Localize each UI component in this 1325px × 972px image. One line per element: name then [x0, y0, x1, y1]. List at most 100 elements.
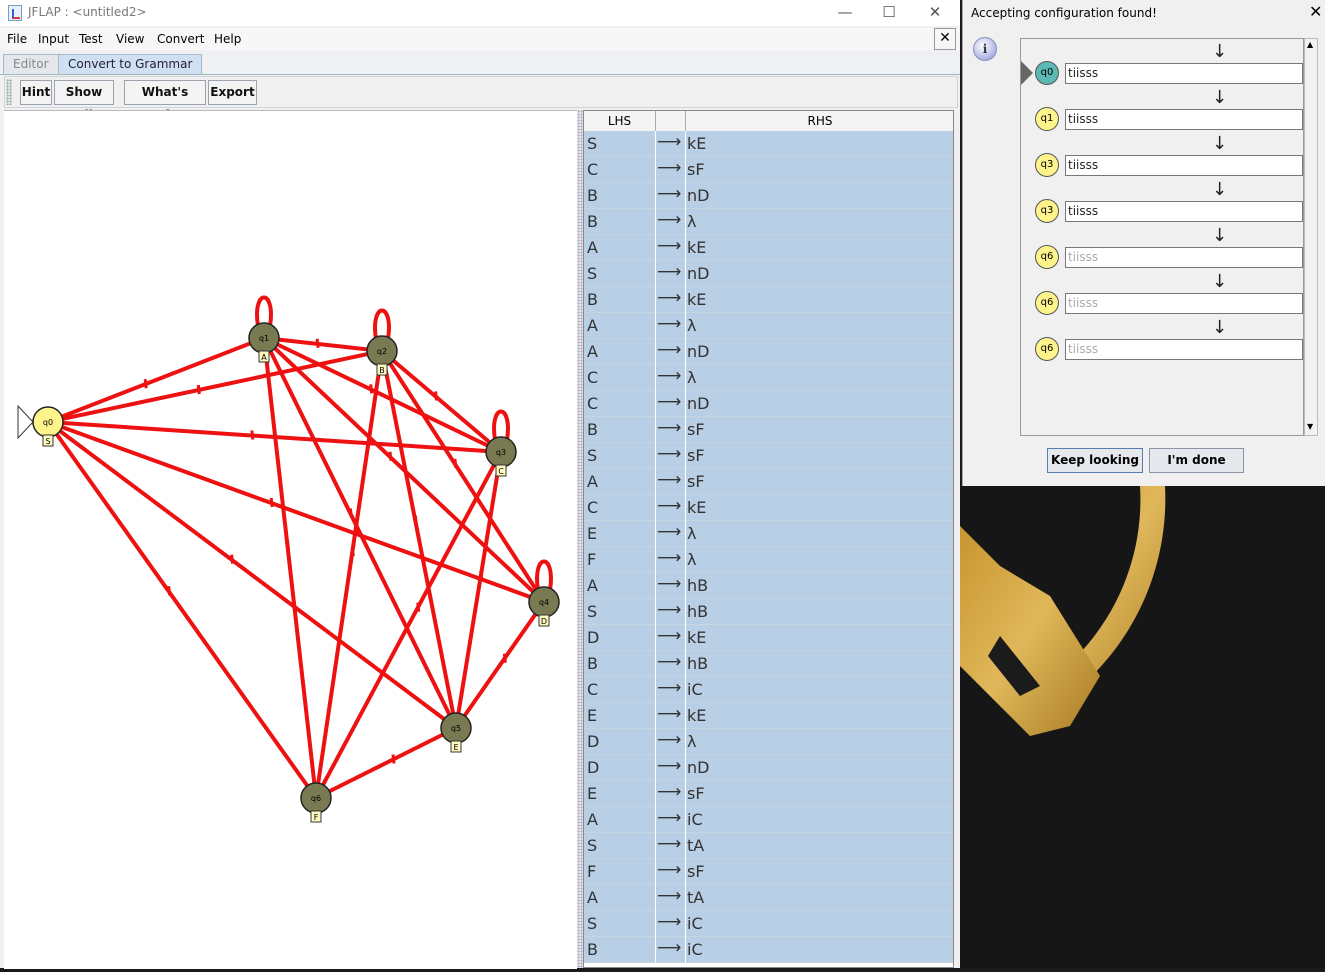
table-row[interactable]: A ⟶ iC [584, 807, 953, 833]
rhs-cell[interactable]: sF [687, 862, 705, 881]
table-row[interactable]: B ⟶ λ [584, 209, 953, 235]
rhs-cell[interactable]: nD [687, 342, 709, 361]
lhs-cell[interactable]: B [587, 212, 598, 231]
rhs-cell[interactable]: nD [687, 394, 709, 413]
lhs-cell[interactable]: C [587, 680, 598, 699]
lhs-cell[interactable]: B [587, 420, 598, 439]
table-row[interactable]: E ⟶ λ [584, 521, 953, 547]
table-row[interactable]: A ⟶ tA [584, 885, 953, 911]
table-row[interactable]: D ⟶ nD [584, 755, 953, 781]
rhs-cell[interactable]: sF [687, 472, 705, 491]
rhs-cell[interactable]: λ [687, 550, 696, 569]
table-row[interactable]: E ⟶ sF [584, 781, 953, 807]
rhs-cell[interactable]: kE [687, 706, 706, 725]
rhs-cell[interactable]: tA [687, 836, 704, 855]
hint-button[interactable]: Hint [20, 80, 52, 105]
lhs-cell[interactable]: S [587, 836, 597, 855]
rhs-cell[interactable]: iC [687, 680, 703, 699]
rhs-cell[interactable]: hB [687, 602, 708, 621]
table-row[interactable]: B ⟶ kE [584, 287, 953, 313]
rhs-cell[interactable]: λ [687, 524, 696, 543]
table-row[interactable]: C ⟶ nD [584, 391, 953, 417]
rhs-cell[interactable]: λ [687, 368, 696, 387]
column-header-arrow[interactable] [656, 111, 686, 131]
rhs-cell[interactable]: kE [687, 238, 706, 257]
close-window-button[interactable]: ✕ [912, 0, 958, 26]
table-row[interactable]: A ⟶ λ [584, 313, 953, 339]
state-q5[interactable]: q5 E [440, 712, 472, 753]
lhs-cell[interactable]: B [587, 290, 598, 309]
rhs-cell[interactable]: tA [687, 888, 704, 907]
rhs-cell[interactable]: nD [687, 758, 709, 777]
table-row[interactable]: S ⟶ tA [584, 833, 953, 859]
column-header-lhs[interactable]: LHS [584, 111, 656, 131]
rhs-cell[interactable]: sF [687, 446, 705, 465]
rhs-cell[interactable]: iC [687, 914, 703, 933]
menu-view[interactable]: View [116, 32, 144, 46]
rhs-cell[interactable]: iC [687, 940, 703, 959]
lhs-cell[interactable]: A [587, 810, 598, 829]
state-q0[interactable]: q0 S [17, 404, 64, 447]
tab-convert-to-grammar[interactable]: Convert to Grammar [58, 54, 203, 74]
lhs-cell[interactable]: D [587, 628, 599, 647]
lhs-cell[interactable]: A [587, 576, 598, 595]
state-q6[interactable]: q6 F [300, 782, 332, 823]
lhs-cell[interactable]: C [587, 160, 598, 179]
menu-input[interactable]: Input [38, 32, 69, 46]
table-row[interactable]: C ⟶ kE [584, 495, 953, 521]
lhs-cell[interactable]: A [587, 238, 598, 257]
lhs-cell[interactable]: A [587, 888, 598, 907]
menu-convert[interactable]: Convert [157, 32, 204, 46]
menu-file[interactable]: File [7, 32, 27, 46]
rhs-cell[interactable]: iC [687, 810, 703, 829]
close-tab-icon[interactable]: ✕ [934, 28, 956, 50]
table-row[interactable]: C ⟶ iC [584, 677, 953, 703]
rhs-cell[interactable]: λ [687, 212, 696, 231]
show-all-button[interactable]: Show All [54, 80, 114, 122]
lhs-cell[interactable]: C [587, 498, 598, 517]
im-done-button[interactable]: I'm done [1149, 448, 1244, 473]
table-row[interactable]: A ⟶ kE [584, 235, 953, 261]
configuration-scrollbar[interactable]: ▲ ▼ [1304, 38, 1318, 436]
lhs-cell[interactable]: A [587, 472, 598, 491]
table-row[interactable]: C ⟶ sF [584, 157, 953, 183]
lhs-cell[interactable]: F [587, 862, 596, 881]
menu-help[interactable]: Help [214, 32, 241, 46]
rhs-cell[interactable]: kE [687, 134, 706, 153]
table-row[interactable]: A ⟶ sF [584, 469, 953, 495]
table-row[interactable]: F ⟶ λ [584, 547, 953, 573]
table-row[interactable]: S ⟶ sF [584, 443, 953, 469]
automaton-canvas[interactable]: q0 Sq1 Aq2 Bq3 Cq4 Dq5 Eq6 F [4, 110, 577, 969]
table-row[interactable]: D ⟶ λ [584, 729, 953, 755]
table-row[interactable]: B ⟶ iC [584, 937, 953, 963]
column-header-rhs[interactable]: RHS [686, 111, 953, 131]
table-row[interactable]: S ⟶ kE [584, 131, 953, 157]
table-row[interactable]: B ⟶ hB [584, 651, 953, 677]
lhs-cell[interactable]: S [587, 914, 597, 933]
lhs-cell[interactable]: B [587, 940, 598, 959]
lhs-cell[interactable]: F [587, 550, 596, 569]
rhs-cell[interactable]: hB [687, 576, 708, 595]
rhs-cell[interactable]: λ [687, 732, 696, 751]
rhs-cell[interactable]: nD [687, 264, 709, 283]
rhs-cell[interactable]: sF [687, 784, 705, 803]
lhs-cell[interactable]: C [587, 368, 598, 387]
lhs-cell[interactable]: E [587, 706, 597, 725]
lhs-cell[interactable]: A [587, 316, 598, 335]
table-row[interactable]: B ⟶ sF [584, 417, 953, 443]
rhs-cell[interactable]: sF [687, 420, 705, 439]
lhs-cell[interactable]: B [587, 186, 598, 205]
table-row[interactable]: F ⟶ sF [584, 859, 953, 885]
lhs-cell[interactable]: S [587, 446, 597, 465]
dialog-close-icon[interactable]: ✕ [1309, 2, 1322, 21]
table-row[interactable]: C ⟶ λ [584, 365, 953, 391]
lhs-cell[interactable]: B [587, 654, 598, 673]
toolbar-grip[interactable] [6, 79, 12, 105]
table-row[interactable]: S ⟶ hB [584, 599, 953, 625]
tab-editor[interactable]: Editor [3, 54, 59, 74]
rhs-cell[interactable]: λ [687, 316, 696, 335]
scroll-up-icon[interactable]: ▲ [1307, 40, 1313, 49]
scroll-down-icon[interactable]: ▼ [1307, 422, 1313, 431]
whats-left-button[interactable]: What's Left? [124, 80, 206, 122]
rhs-cell[interactable]: hB [687, 654, 708, 673]
